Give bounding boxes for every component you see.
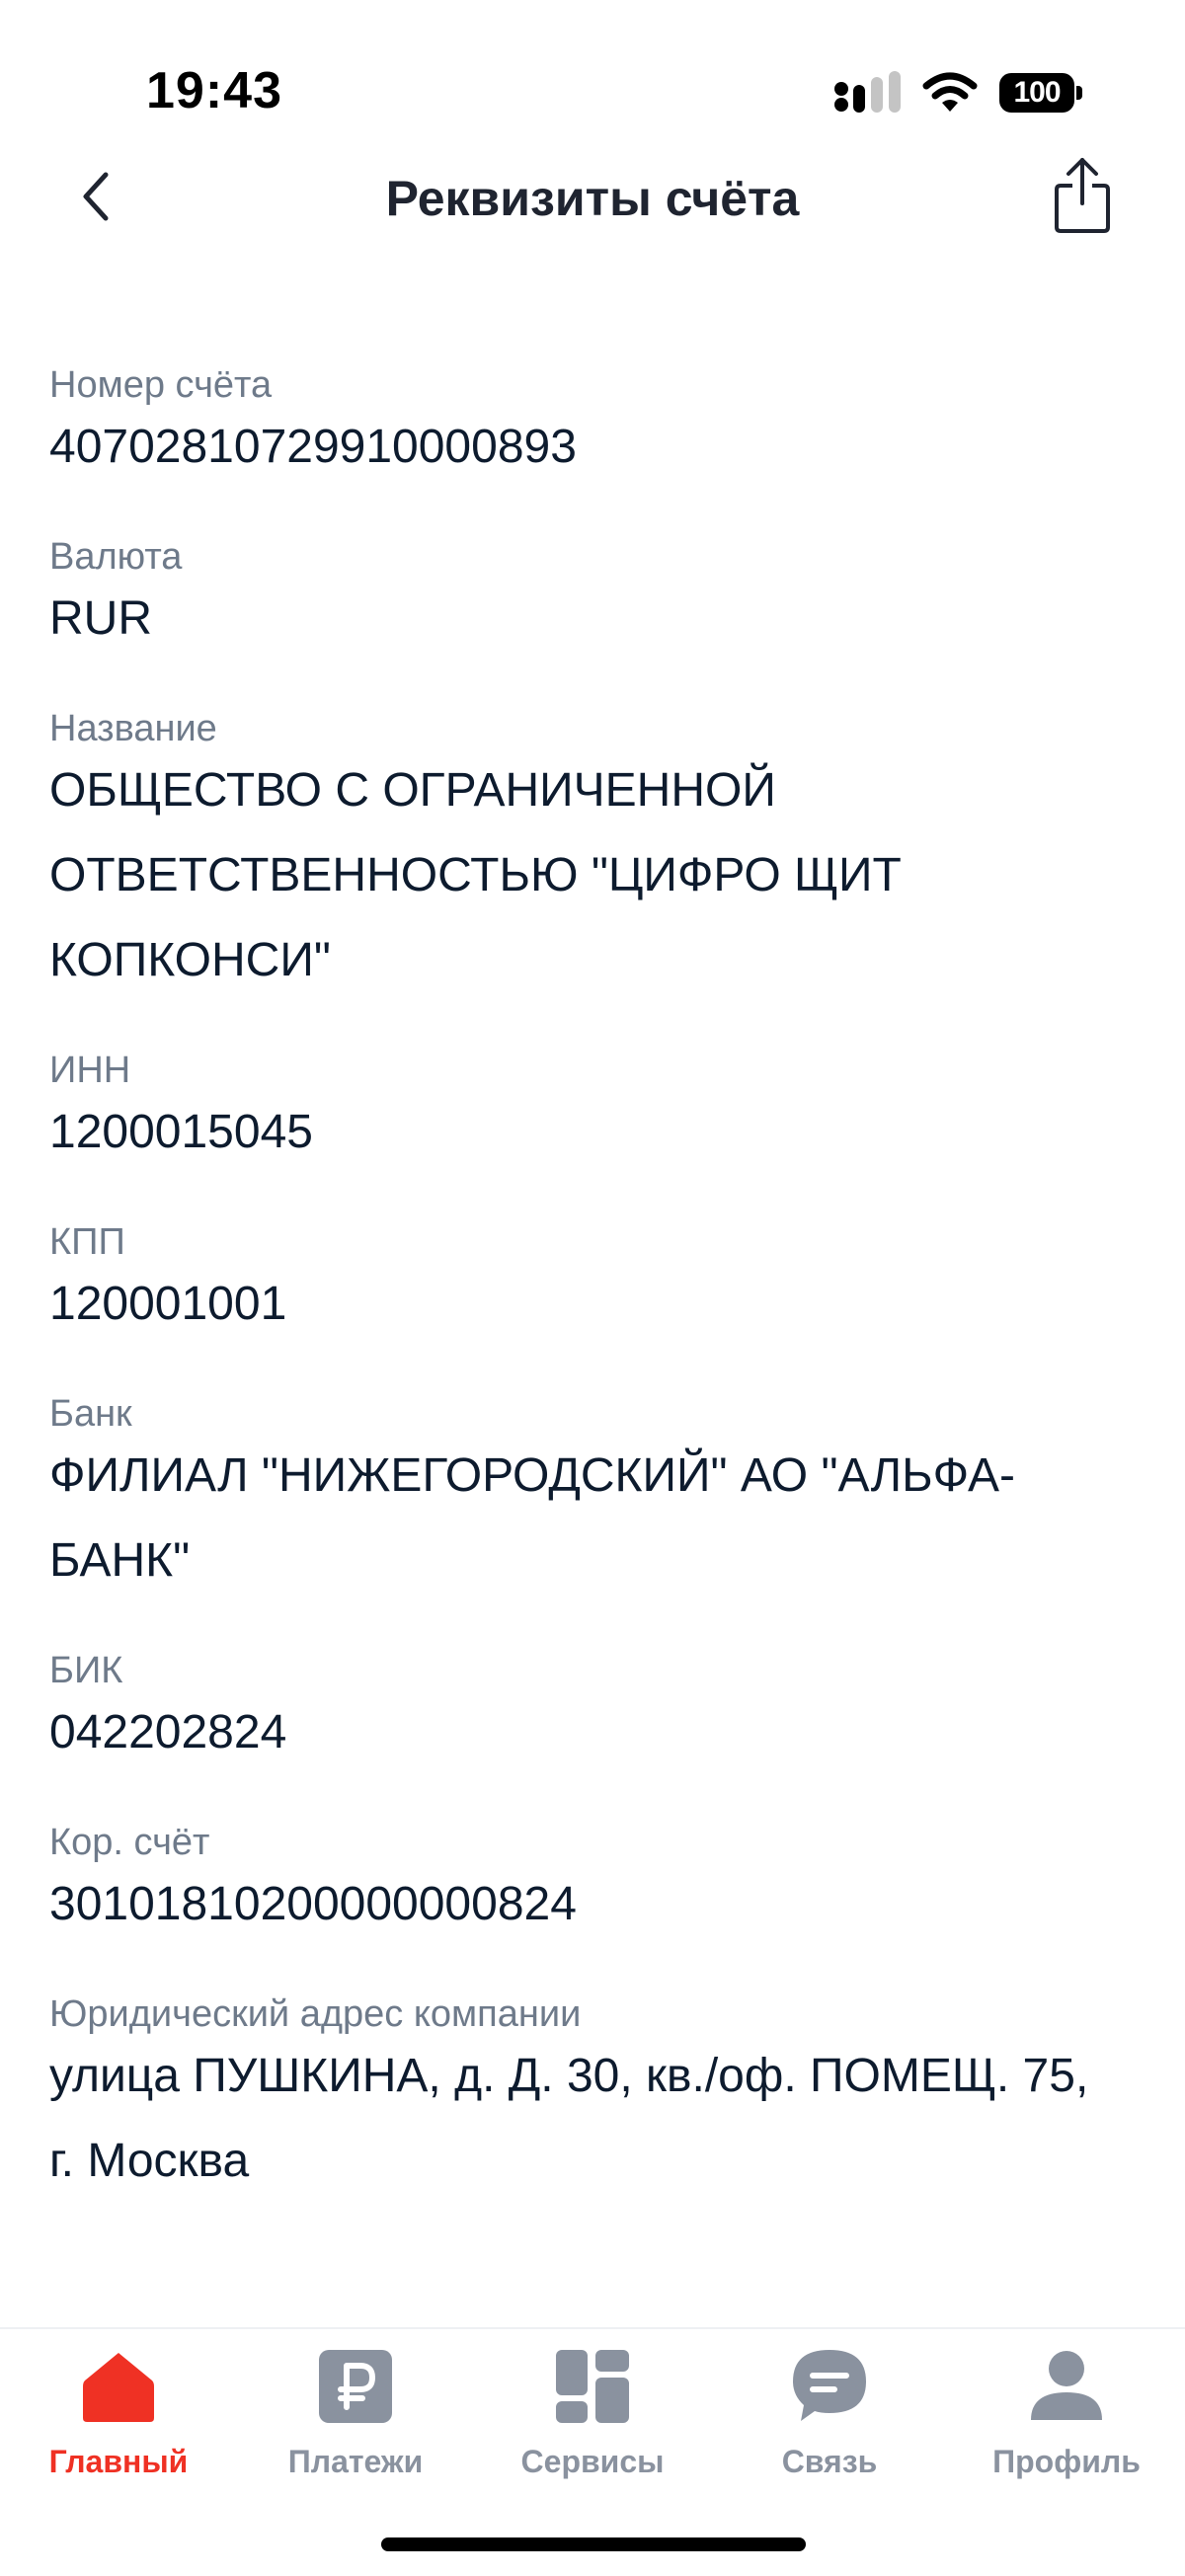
field-currency: Валюта RUR (49, 533, 1136, 662)
status-icons: 100 (833, 71, 1082, 115)
field-bik: БИК 042202824 (49, 1647, 1136, 1775)
field-value[interactable]: улица ПУШКИНА, д. Д. 30, кв./оф. ПОМЕЩ. … (49, 2034, 1116, 2204)
field-value[interactable]: 30101810200000000824 (49, 1862, 1136, 1947)
tab-profile[interactable]: Профиль (948, 2335, 1185, 2493)
field-value[interactable]: 042202824 (49, 1690, 1136, 1775)
profile-icon (1025, 2345, 1108, 2428)
share-icon (1055, 158, 1110, 233)
status-time: 19:43 (146, 62, 282, 119)
field-correspondent-account: Кор. счёт 30101810200000000824 (49, 1819, 1136, 1947)
field-bank: Банк ФИЛИАЛ "НИЖЕГОРОДСКИЙ" АО "АЛЬФА-БА… (49, 1390, 1136, 1603)
battery-icon: 100 (999, 73, 1082, 113)
field-value[interactable]: 40702810729910000893 (49, 405, 1136, 490)
field-value[interactable]: ОБЩЕСТВО С ОГРАНИЧЕННОЙ ОТВЕТСТВЕННОСТЬЮ… (49, 748, 1037, 1003)
battery-level: 100 (1013, 76, 1061, 109)
nav-bar: Реквизиты счёта (0, 148, 1185, 243)
tab-payments[interactable]: Платежи (237, 2335, 474, 2493)
tab-bar: Главный Платежи Сервисы Связь Профиль (0, 2335, 1185, 2493)
field-legal-address: Юридический адрес компании улица ПУШКИНА… (49, 1991, 1136, 2204)
battery-body: 100 (999, 73, 1074, 113)
field-label: ИНН (49, 1050, 131, 1091)
share-button[interactable] (1041, 154, 1124, 237)
grid-icon (551, 2345, 634, 2428)
tab-label: Профиль (992, 2444, 1141, 2479)
field-label: Название (49, 708, 217, 749)
wifi-icon (922, 72, 978, 112)
field-label: Банк (49, 1393, 132, 1435)
field-label: Юридический адрес компании (49, 1993, 582, 2035)
signal-icon (834, 71, 901, 113)
tab-label: Сервисы (520, 2444, 665, 2479)
field-label: Кор. счёт (49, 1822, 210, 1863)
field-value[interactable]: RUR (49, 577, 1136, 662)
field-kpp: КПП 120001001 (49, 1218, 1136, 1347)
tab-home[interactable]: Главный (0, 2335, 237, 2493)
tab-label: Главный (48, 2444, 189, 2479)
chat-icon (788, 2345, 871, 2428)
tab-divider (0, 2327, 1185, 2329)
tab-label: Платежи (287, 2444, 424, 2479)
ruble-icon (314, 2345, 397, 2428)
tab-chat[interactable]: Связь (711, 2335, 948, 2493)
field-inn: ИНН 1200015045 (49, 1047, 1136, 1175)
account-details: Номер счёта 40702810729910000893 Валюта … (49, 361, 1136, 2247)
home-indicator (381, 2537, 806, 2551)
battery-tip (1076, 86, 1082, 100)
field-name: Название ОБЩЕСТВО С ОГРАНИЧЕННОЙ ОТВЕТСТ… (49, 705, 1136, 1003)
field-label: БИК (49, 1650, 123, 1691)
status-bar: 19:43 100 (0, 0, 1185, 148)
field-value[interactable]: ФИЛИАЛ "НИЖЕГОРОДСКИЙ" АО "АЛЬФА-БАНК" (49, 1434, 1136, 1603)
field-label: Валюта (49, 536, 183, 578)
field-label: КПП (49, 1221, 125, 1263)
field-value[interactable]: 120001001 (49, 1262, 1136, 1347)
field-label: Номер счёта (49, 364, 273, 406)
page-title: Реквизиты счёта (385, 171, 800, 226)
home-icon (77, 2345, 160, 2428)
tab-services[interactable]: Сервисы (474, 2335, 711, 2493)
field-value[interactable]: 1200015045 (49, 1090, 1136, 1175)
field-account-number: Номер счёта 40702810729910000893 (49, 361, 1136, 490)
tab-label: Связь (781, 2444, 878, 2479)
